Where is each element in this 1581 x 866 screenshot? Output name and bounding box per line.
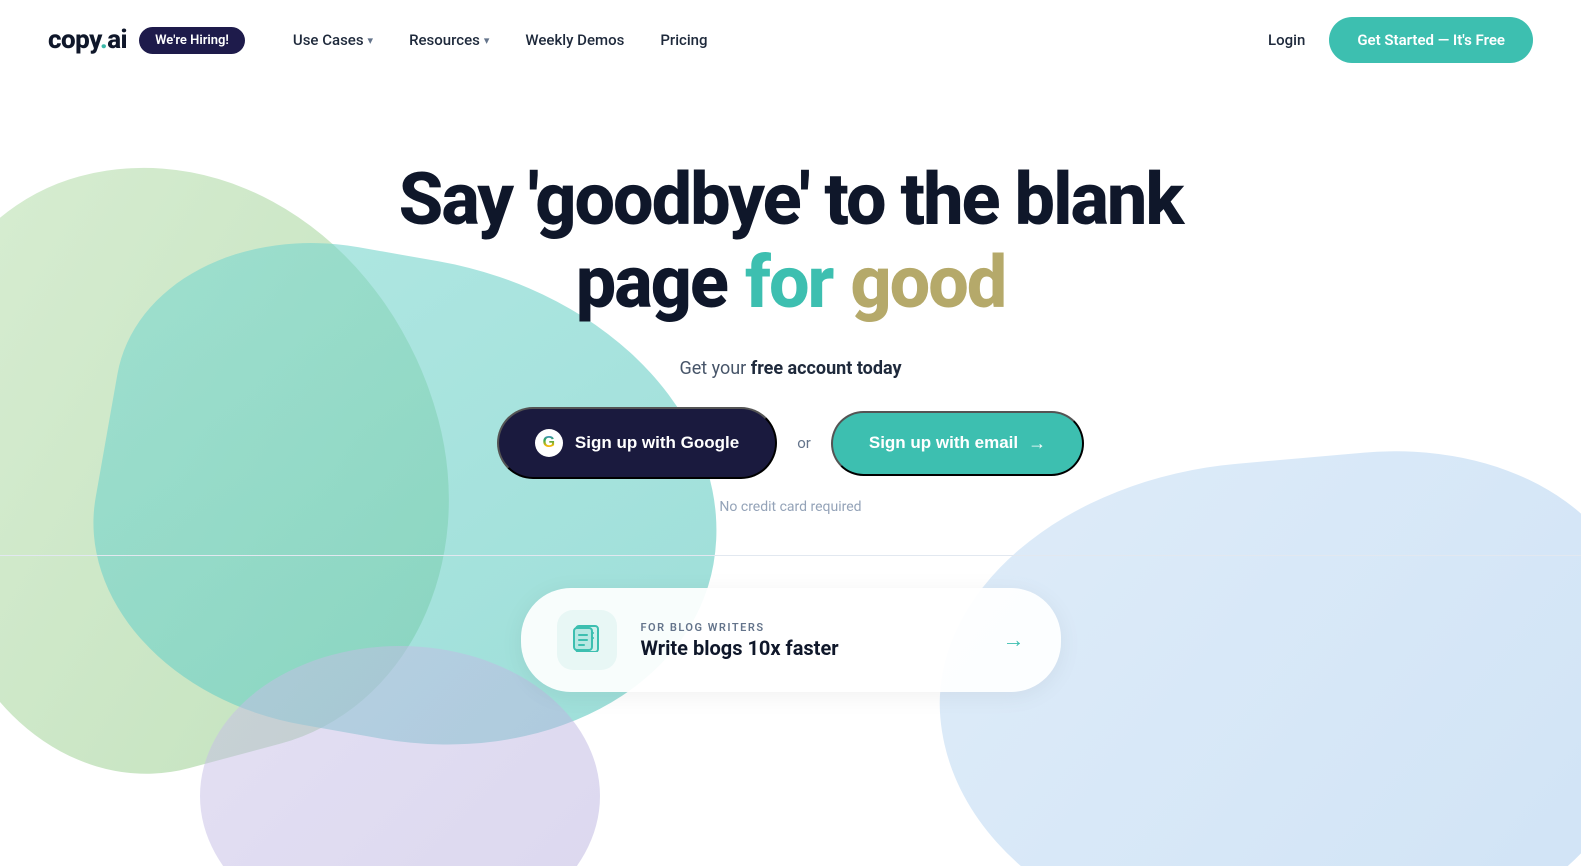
hero-for-text: for [745,243,832,322]
hero-title-line1: Say 'goodbye' to the blank [399,160,1183,239]
hero-subtitle: Get your free account today [679,358,901,379]
no-credit-text: No credit card required [719,499,861,515]
hero-title: Say 'goodbye' to the blank page forgood [399,160,1183,322]
get-started-button[interactable]: Get Started — It's Free [1329,17,1533,63]
arrow-right-icon: → [1028,433,1046,454]
nav-pricing[interactable]: Pricing [660,31,707,49]
feature-card-row: FOR BLOG WRITERS Write blogs 10x faster … [521,588,1061,692]
nav-actions: Login Get Started — It's Free [1268,17,1533,63]
blog-writers-icon [572,622,602,659]
logo-text: copy.ai [48,25,127,55]
feature-icon-wrap [557,610,617,670]
or-text: or [797,434,811,452]
cta-row: G Sign up with Google or Sign up with em… [497,407,1084,479]
login-button[interactable]: Login [1268,31,1305,49]
hero-title-line2: page forgood [399,243,1183,322]
signup-google-button[interactable]: G Sign up with Google [497,407,777,479]
nav-links: Use Cases ▾ Resources ▾ Weekly Demos Pri… [293,31,1268,49]
hiring-badge[interactable]: We're Hiring! [139,27,245,54]
feature-label: FOR BLOG WRITERS [641,621,839,634]
logo: copy.ai We're Hiring! [48,25,245,55]
hero-good-text: good [850,243,1005,322]
hero-content: Say 'goodbye' to the blank page forgood … [0,80,1581,692]
feature-card[interactable]: FOR BLOG WRITERS Write blogs 10x faster … [521,588,1061,692]
chevron-down-icon: ▾ [484,34,490,47]
section-divider [0,555,1581,556]
feature-title: Write blogs 10x faster [641,636,839,660]
nav-weekly-demos[interactable]: Weekly Demos [525,31,624,49]
hero-section: Say 'goodbye' to the blank page forgood … [0,80,1581,866]
feature-text: FOR BLOG WRITERS Write blogs 10x faster [641,621,839,660]
navigation: copy.ai We're Hiring! Use Cases ▾ Resour… [0,0,1581,80]
nav-resources[interactable]: Resources ▾ [409,31,489,49]
chevron-down-icon: ▾ [368,34,374,47]
nav-use-cases[interactable]: Use Cases ▾ [293,31,373,49]
feature-arrow-icon[interactable]: → [1003,627,1025,653]
google-icon: G [535,429,563,457]
signup-email-button[interactable]: Sign up with email → [831,411,1084,476]
